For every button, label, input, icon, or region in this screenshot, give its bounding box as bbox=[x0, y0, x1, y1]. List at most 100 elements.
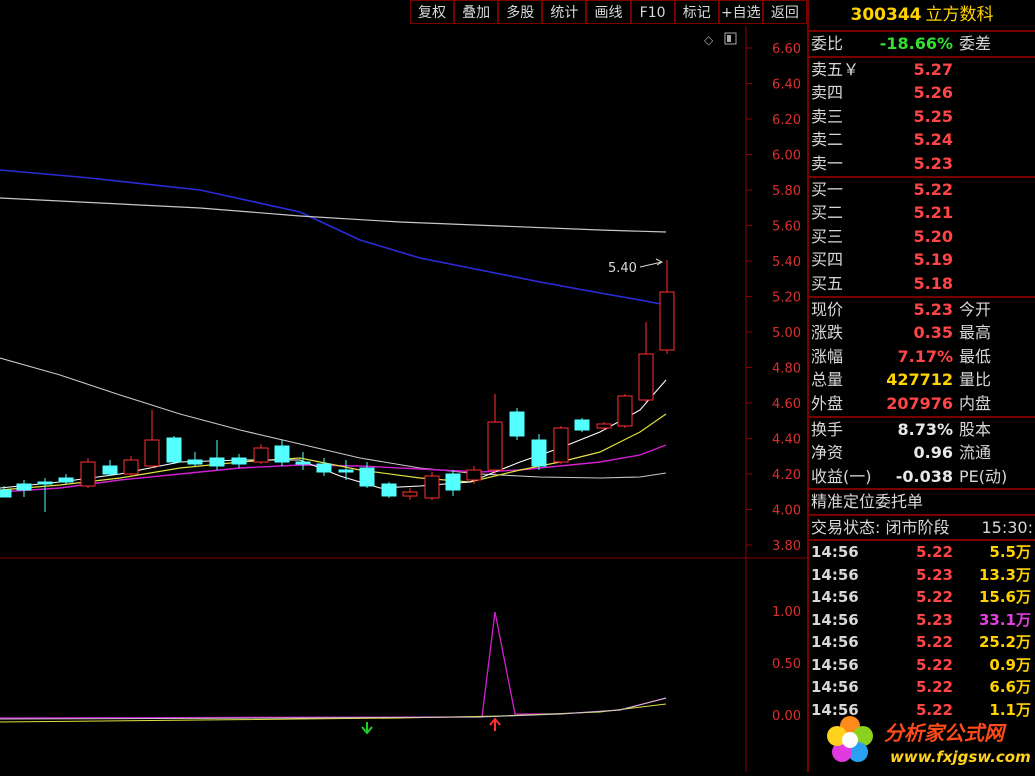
tick-price: 5.22 bbox=[915, 588, 953, 607]
sell-row[interactable]: 卖四 5.26 bbox=[809, 81, 1035, 105]
tick-price: 5.22 bbox=[915, 543, 953, 562]
toolbar-button-2[interactable]: 多股 bbox=[498, 0, 543, 24]
candlestick[interactable] bbox=[187, 452, 203, 466]
quote-label2: 最低 bbox=[959, 346, 992, 366]
candlestick[interactable] bbox=[466, 466, 482, 484]
candlestick[interactable] bbox=[102, 460, 118, 476]
stock-name[interactable]: 立方数科 bbox=[925, 5, 993, 25]
tick-row: 14:56 5.22 6.6万 bbox=[809, 676, 1035, 699]
trade-time: 15:30: bbox=[981, 517, 1034, 537]
candlestick[interactable] bbox=[231, 454, 247, 468]
sell-label: 卖一 bbox=[811, 153, 844, 173]
candlestick[interactable] bbox=[574, 418, 590, 432]
tick-row: 14:56 5.22 25.2万 bbox=[809, 631, 1035, 654]
candlestick[interactable] bbox=[316, 458, 332, 476]
quote-row[interactable]: 涨幅 7.17% 最低 bbox=[809, 345, 1035, 369]
sell-row[interactable]: 卖一 5.23 bbox=[809, 152, 1035, 176]
candlestick[interactable] bbox=[531, 434, 547, 470]
buy-label: 买三 bbox=[811, 226, 844, 246]
buy-row[interactable]: 买三 5.20 bbox=[809, 225, 1035, 249]
quote-value: 427712 bbox=[886, 370, 953, 390]
kline-chart[interactable]: 6.60 6.40 6.20 6.00 5.80 5.60 5.40 5.20 5.00 4.80… bbox=[0, 26, 807, 772]
candlestick[interactable] bbox=[253, 444, 269, 464]
candlestick[interactable] bbox=[596, 422, 612, 430]
weicha-label: 委差 bbox=[959, 34, 992, 53]
precise-order-label[interactable]: 精准定位委托单 bbox=[811, 490, 923, 514]
candlestick[interactable] bbox=[37, 478, 53, 512]
buy-value: 5.22 bbox=[913, 179, 953, 199]
buy-value: 5.21 bbox=[913, 203, 953, 223]
candlestick[interactable] bbox=[381, 482, 397, 498]
buy-label: 买二 bbox=[811, 203, 844, 223]
buy-row[interactable]: 买二 5.21 bbox=[809, 201, 1035, 225]
quote-label: 现价 bbox=[811, 299, 844, 319]
candlestick[interactable] bbox=[123, 456, 139, 476]
toolbar-button-0[interactable]: 复权 bbox=[410, 0, 455, 24]
toolbar-button-6[interactable]: 标记 bbox=[674, 0, 719, 24]
panel-toggle-icon-inner bbox=[727, 35, 731, 42]
fin-value: 0.96 bbox=[913, 443, 953, 463]
quote-label: 涨幅 bbox=[811, 346, 844, 366]
sell-label: 卖二 bbox=[811, 130, 844, 150]
sell-row[interactable]: 卖三 5.25 bbox=[809, 105, 1035, 129]
toolbar-button-4[interactable]: 画线 bbox=[586, 0, 631, 24]
sell-value: 5.23 bbox=[913, 153, 953, 173]
candlestick[interactable] bbox=[617, 394, 633, 428]
chart-svg[interactable]: 6.60 6.40 6.20 6.00 5.80 5.60 5.40 5.20 5.00 4.80… bbox=[0, 26, 807, 772]
fin-row[interactable]: 净资 0.96 流通 bbox=[809, 441, 1035, 465]
candlestick[interactable] bbox=[424, 472, 440, 500]
quote-label2: 今开 bbox=[959, 299, 992, 319]
candlestick[interactable] bbox=[274, 440, 290, 466]
up-arrow-icon bbox=[489, 717, 501, 731]
diamond-icon[interactable]: ◇ bbox=[704, 33, 714, 47]
tick-price: 5.22 bbox=[915, 655, 953, 674]
toolbar-button-3[interactable]: 统计 bbox=[542, 0, 587, 24]
quote-row[interactable]: 涨跌 0.35 最高 bbox=[809, 321, 1035, 345]
quote-row[interactable]: 外盘 207976 内盘 bbox=[809, 392, 1035, 416]
candlestick[interactable] bbox=[144, 410, 160, 468]
toolbar-button-5[interactable]: F10 bbox=[630, 0, 675, 24]
buy-row[interactable]: 买五 5.18 bbox=[809, 272, 1035, 296]
candlestick[interactable] bbox=[638, 322, 654, 402]
tick-price: 5.23 bbox=[915, 610, 953, 629]
candlestick[interactable] bbox=[16, 480, 32, 497]
fin-row[interactable]: 收益(一) -0.038 PE(动) bbox=[809, 465, 1035, 489]
tick-row: 14:56 5.22 5.5万 bbox=[809, 541, 1035, 564]
candlestick[interactable] bbox=[58, 474, 74, 484]
candlestick[interactable] bbox=[445, 470, 461, 496]
candlestick[interactable] bbox=[509, 408, 525, 440]
toolbar-button-1[interactable]: 叠加 bbox=[454, 0, 499, 24]
toolbar-button-8[interactable]: 返回 bbox=[762, 0, 807, 24]
buy-orders: 买一 5.22 买二 5.21 买三 5.20 买四 5.19 买五 5.18 bbox=[809, 178, 1035, 298]
flower-logo-icon bbox=[827, 716, 873, 762]
quote-value: 0.35 bbox=[913, 323, 953, 343]
price-axis-label: 5.00 bbox=[772, 326, 801, 341]
candlestick[interactable] bbox=[553, 426, 569, 464]
candlestick[interactable] bbox=[338, 460, 354, 480]
precise-order-row[interactable]: 精准定位委托单 bbox=[809, 490, 1035, 516]
candlestick[interactable] bbox=[166, 436, 182, 464]
candlestick[interactable] bbox=[80, 458, 96, 488]
tick-row: 14:56 5.22 0.9万 bbox=[809, 654, 1035, 677]
indicator-white-line bbox=[0, 697, 667, 720]
indicator-axis-label: 0.00 bbox=[772, 709, 801, 724]
toolbar-button-7[interactable]: +自选 bbox=[718, 0, 763, 24]
candlestick[interactable] bbox=[487, 394, 503, 474]
candlestick[interactable] bbox=[402, 488, 418, 500]
stock-code[interactable]: 300344 bbox=[851, 5, 922, 25]
buy-row[interactable]: 买四 5.19 bbox=[809, 248, 1035, 272]
sell-label: 卖三 bbox=[811, 106, 844, 126]
quote-row[interactable]: 现价 5.23 今开 bbox=[809, 298, 1035, 322]
candlestick[interactable] bbox=[209, 440, 225, 470]
fin-row[interactable]: 换手 8.73% 股本 bbox=[809, 418, 1035, 442]
fin-label: 换手 bbox=[811, 419, 844, 439]
buy-row[interactable]: 买一 5.22 bbox=[809, 178, 1035, 202]
quote-label: 外盘 bbox=[811, 393, 844, 413]
sell-row[interactable]: 卖五￥ 5.27 bbox=[809, 58, 1035, 82]
sell-row[interactable]: 卖二 5.24 bbox=[809, 128, 1035, 152]
candlestick[interactable] bbox=[295, 452, 311, 470]
candlestick[interactable] bbox=[659, 260, 675, 354]
quote-row[interactable]: 总量 427712 量比 bbox=[809, 368, 1035, 392]
high-price-annotation: 5.40 bbox=[608, 261, 637, 276]
sell-orders: 卖五￥ 5.27 卖四 5.26 卖三 5.25 卖二 5.24 卖一 5.23 bbox=[809, 58, 1035, 178]
